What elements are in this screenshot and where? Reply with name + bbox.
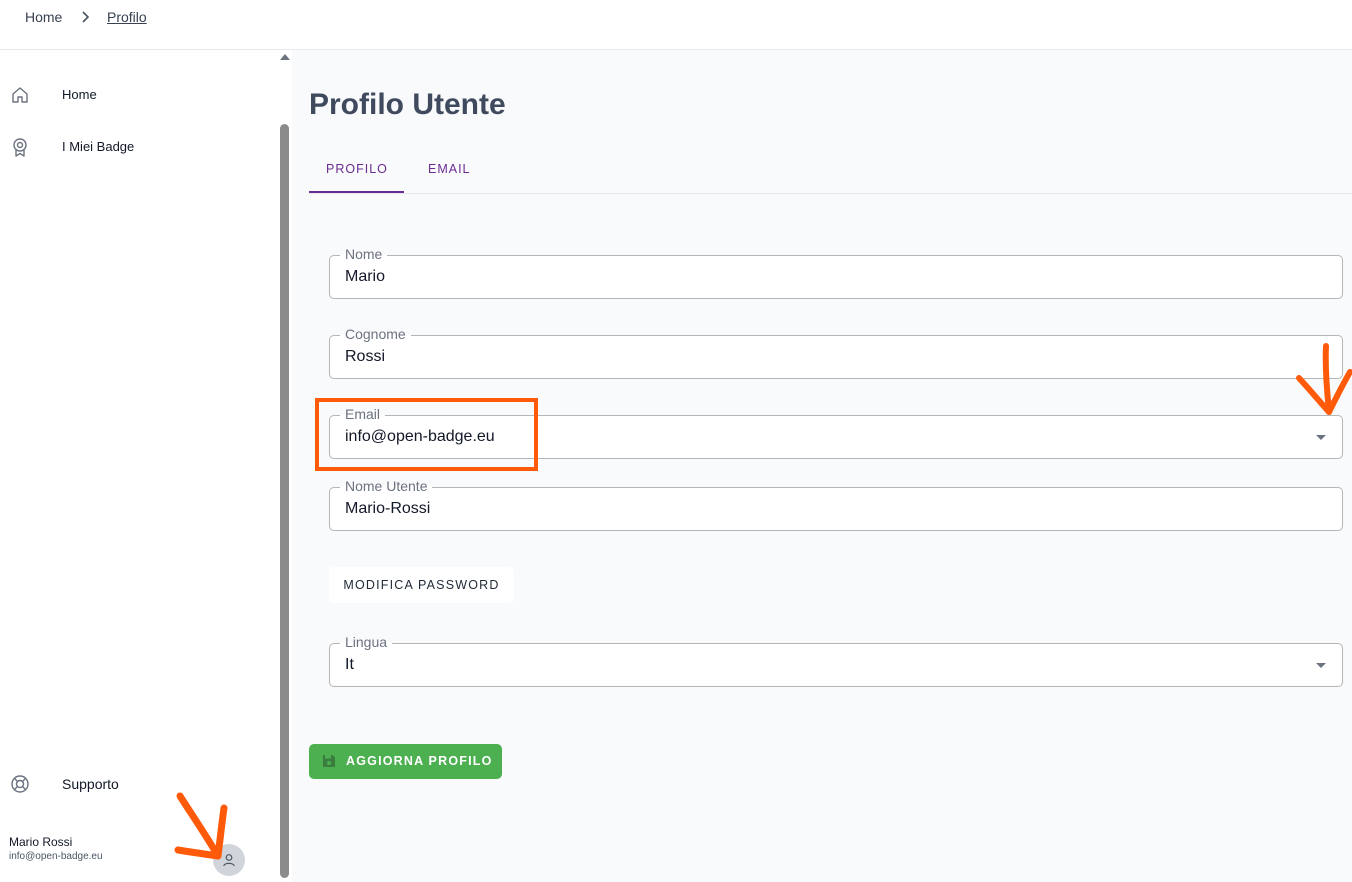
username-label: Nome Utente [340, 478, 433, 494]
active-tab-indicator [309, 191, 404, 193]
save-icon [323, 755, 335, 767]
username-value[interactable]: Mario-Rossi [345, 500, 430, 518]
username-field[interactable]: Nome Utente Mario-Rossi [329, 478, 1343, 531]
dropdown-arrow-icon[interactable] [1316, 663, 1326, 668]
sidebar: Home I Miei Badge Supporto Mario Rossi i… [0, 50, 278, 882]
tab-email[interactable]: EMAIL [428, 162, 471, 176]
last-name-value[interactable]: Rossi [345, 348, 385, 366]
last-name-field[interactable]: Cognome Rossi [329, 326, 1343, 379]
arrow-down-right-annotation-icon [174, 792, 228, 860]
chevron-right-icon [82, 11, 90, 23]
tab-profile[interactable]: PROFILO [326, 162, 388, 176]
arrow-down-annotation-icon [1296, 343, 1352, 415]
update-profile-button[interactable]: AGGIORNA PROFILO [309, 744, 502, 779]
language-value[interactable]: It [345, 656, 354, 674]
user-name: Mario Rossi [9, 835, 73, 849]
profile-tabs: PROFILO EMAIL [309, 148, 1352, 194]
highlight-box-annotation [315, 398, 538, 471]
breadcrumb-current-link[interactable]: Profilo [107, 9, 147, 25]
last-name-label: Cognome [340, 326, 411, 342]
sidebar-item-home[interactable]: Home [0, 77, 270, 113]
scrollbar-thumb[interactable] [280, 124, 289, 878]
first-name-label: Nome [340, 246, 388, 262]
scroll-up-arrow-icon[interactable] [280, 54, 290, 60]
page-title: Profilo Utente [309, 88, 506, 121]
badge-icon [13, 138, 27, 157]
first-name-field[interactable]: Nome Mario [329, 246, 1343, 299]
home-icon [12, 87, 28, 103]
language-select[interactable]: Lingua It [329, 634, 1343, 687]
language-label: Lingua [340, 634, 393, 650]
sidebar-item-label: I Miei Badge [62, 139, 135, 154]
top-bar: Home Profilo [0, 0, 1352, 50]
breadcrumb-home-link[interactable]: Home [25, 9, 62, 25]
sidebar-item-my-badges[interactable]: I Miei Badge [0, 129, 270, 165]
lifebuoy-icon [11, 775, 29, 793]
update-profile-label: AGGIORNA PROFILO [346, 754, 493, 768]
sidebar-item-label: Supporto [62, 776, 119, 792]
change-password-button[interactable]: MODIFICA PASSWORD [329, 567, 514, 603]
sidebar-scrollbar[interactable] [278, 50, 292, 882]
sidebar-item-label: Home [62, 87, 97, 102]
dropdown-arrow-icon[interactable] [1316, 435, 1326, 440]
first-name-value[interactable]: Mario [345, 268, 385, 286]
user-email: info@open-badge.eu [9, 851, 103, 862]
